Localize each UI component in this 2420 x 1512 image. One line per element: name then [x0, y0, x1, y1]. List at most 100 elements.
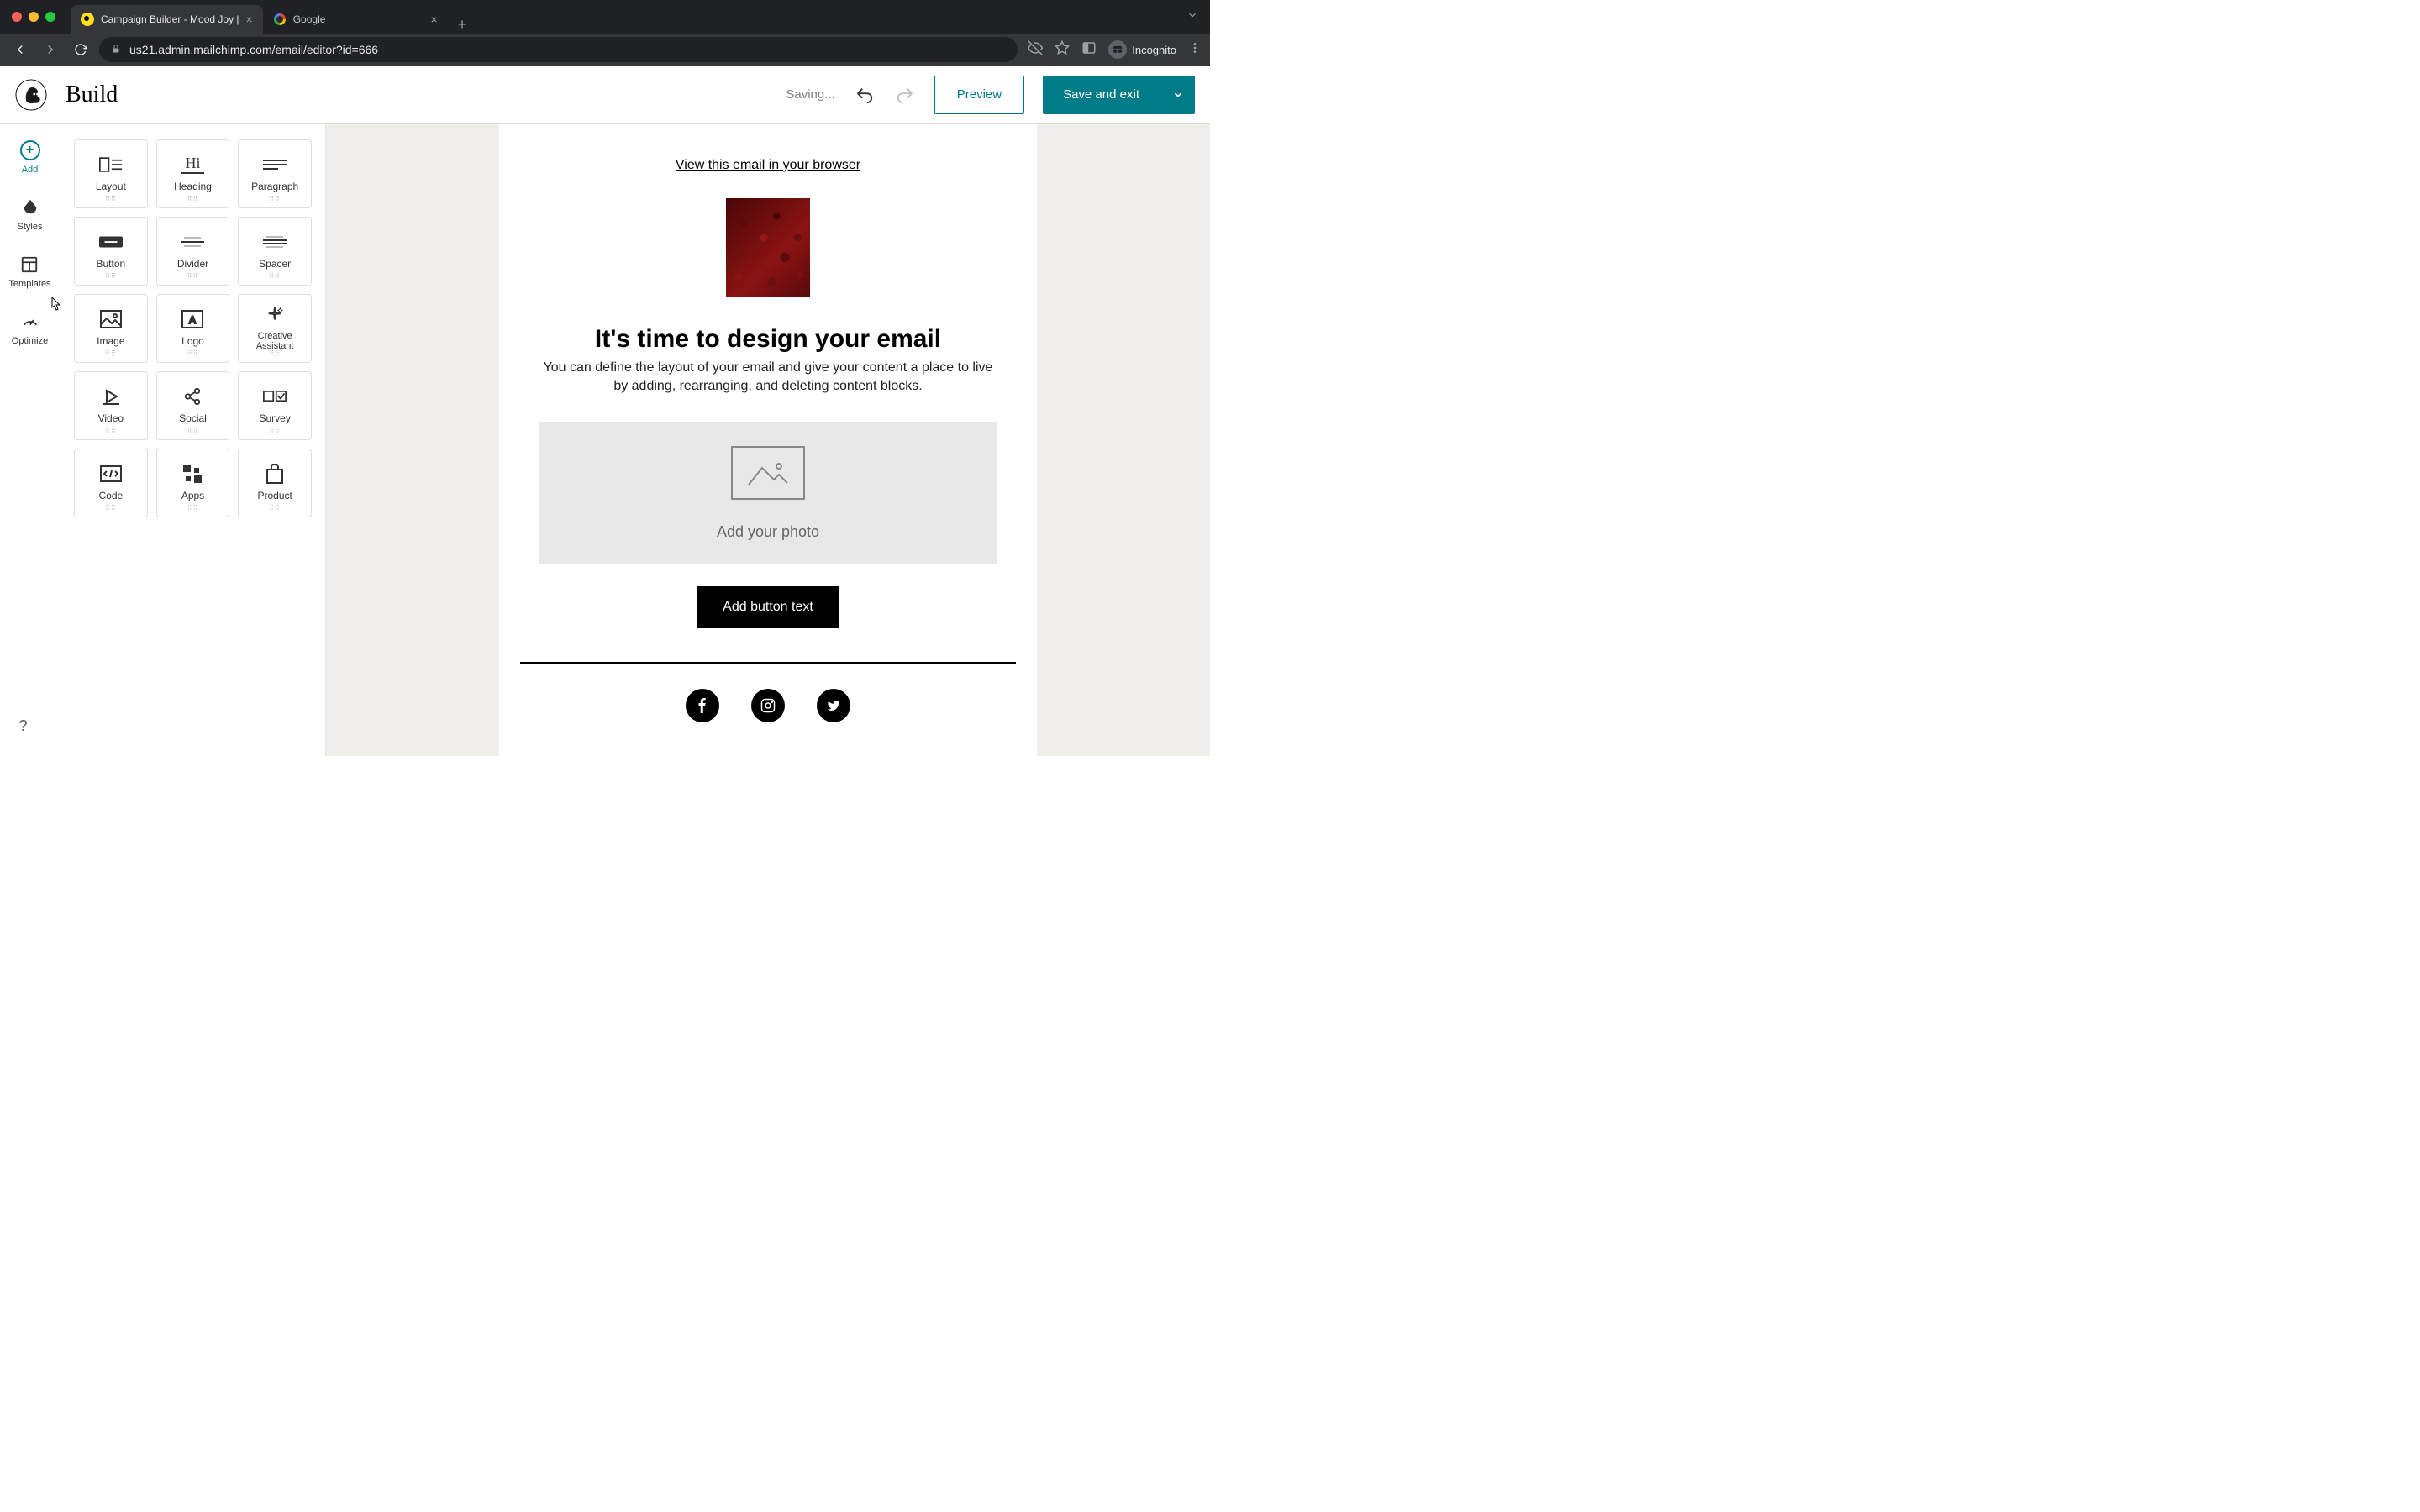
close-window-icon[interactable]	[12, 12, 22, 22]
rail-add[interactable]: + Add	[19, 139, 41, 175]
video-icon	[99, 387, 123, 406]
drag-handle-icon: ⠿⠿	[187, 272, 199, 280]
block-label: Layout	[96, 181, 126, 192]
email-cta-button[interactable]: Add button text	[697, 586, 839, 628]
block-survey[interactable]: Survey ⠿⠿	[238, 371, 312, 440]
drag-handle-icon: ⠿⠿	[105, 504, 117, 512]
url-input[interactable]: us21.admin.mailchimp.com/email/editor?id…	[99, 37, 1018, 62]
bookmark-icon[interactable]	[1055, 40, 1070, 59]
back-button[interactable]	[8, 38, 32, 61]
block-social[interactable]: Social ⠿⠿	[156, 371, 230, 440]
block-label: Image	[97, 335, 124, 347]
close-tab-icon[interactable]: ×	[431, 13, 438, 26]
view-in-browser-link[interactable]: View this email in your browser	[676, 158, 860, 173]
mailchimp-logo-icon[interactable]	[15, 79, 47, 111]
block-label: Paragraph	[251, 181, 298, 192]
incognito-badge[interactable]: Incognito	[1108, 40, 1176, 59]
save-exit-group: Save and exit	[1043, 76, 1195, 114]
block-label: Video	[98, 412, 124, 424]
tracking-protection-icon[interactable]	[1028, 40, 1043, 59]
templates-icon	[18, 254, 40, 276]
incognito-label: Incognito	[1132, 44, 1176, 56]
save-exit-dropdown[interactable]	[1160, 76, 1195, 114]
block-label: Apps	[182, 490, 204, 501]
facebook-icon[interactable]	[686, 689, 719, 722]
rail-styles[interactable]: Styles	[18, 197, 43, 232]
drag-handle-icon: ⠿⠿	[105, 195, 117, 202]
block-divider[interactable]: Divider ⠿⠿	[156, 217, 230, 286]
photo-placeholder[interactable]: Add your photo	[539, 422, 997, 565]
drag-handle-icon: ⠿⠿	[105, 427, 117, 434]
block-label: Product	[257, 490, 292, 501]
undo-button[interactable]	[854, 84, 876, 106]
email-canvas[interactable]: View this email in your browser It's tim…	[499, 124, 1037, 756]
image-icon	[99, 310, 123, 328]
page-title: Build	[66, 81, 118, 108]
email-divider[interactable]	[520, 662, 1016, 664]
tab-google[interactable]: Google ×	[263, 5, 448, 34]
maximize-window-icon[interactable]	[45, 12, 55, 22]
social-row[interactable]	[686, 689, 850, 722]
drag-handle-icon: ⠿⠿	[269, 427, 281, 434]
reload-button[interactable]	[69, 38, 92, 61]
forward-button[interactable]	[39, 38, 62, 61]
new-tab-button[interactable]: +	[448, 16, 477, 34]
block-image[interactable]: Image ⠿⠿	[74, 294, 148, 363]
block-paragraph[interactable]: Paragraph ⠿⠿	[238, 139, 312, 208]
code-icon	[99, 465, 123, 483]
divider-icon	[181, 233, 204, 251]
rail-optimize[interactable]: Optimize	[12, 311, 48, 346]
twitter-icon[interactable]	[817, 689, 850, 722]
layout-icon	[99, 155, 123, 174]
rail-label: Templates	[8, 279, 50, 289]
instagram-icon[interactable]	[751, 689, 785, 722]
survey-icon	[263, 387, 287, 406]
paint-icon	[19, 197, 41, 218]
block-video[interactable]: Video ⠿⠿	[74, 371, 148, 440]
plus-circle-icon: +	[20, 140, 40, 160]
favicon-google-icon	[273, 13, 287, 26]
lock-icon	[111, 44, 121, 56]
help-button[interactable]: ?	[19, 717, 41, 739]
window-controls[interactable]	[12, 12, 55, 22]
tab-campaign-builder[interactable]: Campaign Builder - Mood Joy | ×	[71, 5, 263, 34]
block-label: Spacer	[259, 258, 291, 270]
close-tab-icon[interactable]: ×	[246, 13, 253, 26]
redo-button[interactable]	[894, 84, 916, 106]
url-text: us21.admin.mailchimp.com/email/editor?id…	[129, 43, 378, 56]
app-header: Build Saving... Preview Save and exit	[0, 66, 1210, 124]
drag-handle-icon: ⠿⠿	[269, 272, 281, 280]
block-label: Divider	[177, 258, 208, 270]
rail-templates[interactable]: Templates	[8, 254, 50, 289]
block-button[interactable]: Button ⠿⠿	[74, 217, 148, 286]
save-exit-button[interactable]: Save and exit	[1043, 76, 1160, 114]
email-subheading[interactable]: You can define the layout of your email …	[537, 359, 999, 396]
minimize-window-icon[interactable]	[29, 12, 39, 22]
canvas-area[interactable]: View this email in your browser It's tim…	[326, 124, 1210, 756]
block-heading[interactable]: Hi Heading ⠿⠿	[156, 139, 230, 208]
heading-icon: Hi	[181, 155, 204, 174]
block-spacer[interactable]: Spacer ⠿⠿	[238, 217, 312, 286]
saving-status: Saving...	[786, 87, 834, 102]
block-logo[interactable]: A Logo ⠿⠿	[156, 294, 230, 363]
hero-image[interactable]	[726, 198, 810, 297]
block-code[interactable]: Code ⠿⠿	[74, 449, 148, 517]
shopping-bag-icon	[263, 465, 287, 483]
browser-chrome: Campaign Builder - Mood Joy | × Google ×…	[0, 0, 1210, 66]
photo-placeholder-text: Add your photo	[717, 523, 819, 541]
chevron-down-icon[interactable]	[1186, 9, 1198, 25]
email-heading[interactable]: It's time to design your email	[595, 325, 941, 354]
block-creative-assistant[interactable]: Creative Assistant ⠿⠿	[238, 294, 312, 363]
preview-button[interactable]: Preview	[934, 76, 1024, 114]
side-panel-icon[interactable]	[1081, 40, 1097, 59]
block-product[interactable]: Product ⠿⠿	[238, 449, 312, 517]
tab-title: Campaign Builder - Mood Joy |	[101, 13, 239, 25]
block-apps[interactable]: Apps ⠿⠿	[156, 449, 230, 517]
apps-icon	[181, 465, 204, 483]
block-layout[interactable]: Layout ⠿⠿	[74, 139, 148, 208]
block-label: Heading	[174, 181, 212, 192]
share-icon	[181, 387, 204, 406]
block-label: Code	[98, 490, 123, 501]
menu-icon[interactable]	[1188, 41, 1202, 58]
block-label: Creative Assistant	[239, 331, 311, 351]
